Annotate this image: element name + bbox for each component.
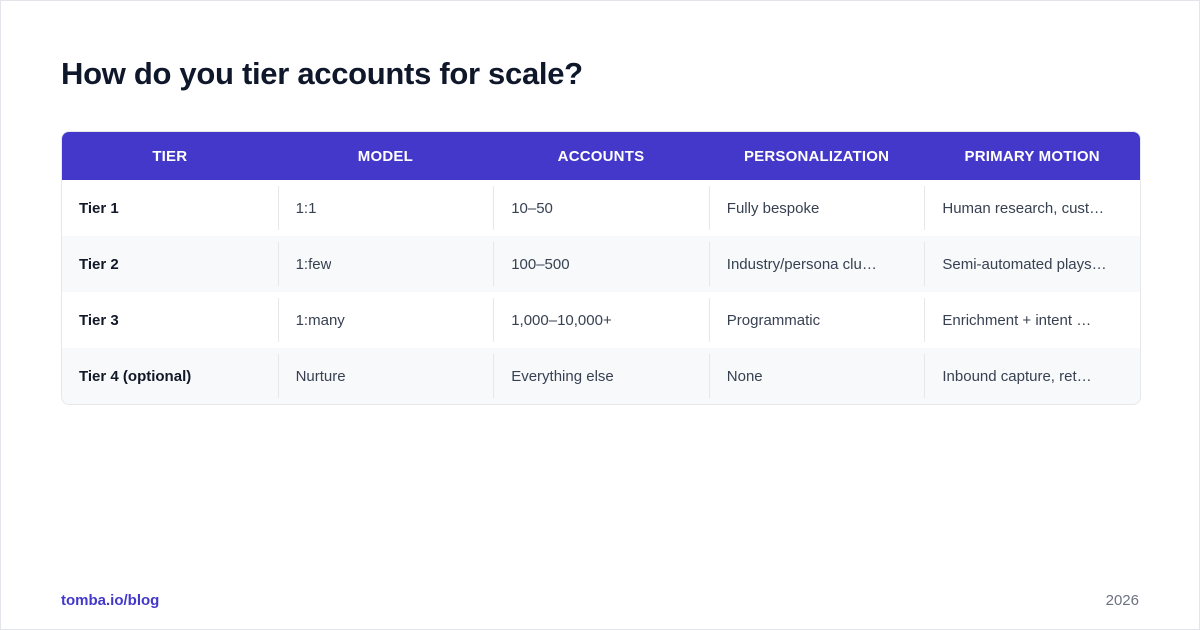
cell-accounts: 10–50 [493,186,709,230]
cell-text: 1,000–10,000+ [511,311,612,329]
cell-model: Nurture [277,354,494,398]
cell-accounts: 1,000–10,000+ [493,298,709,342]
table-row: Tier 3 1:many 1,000–10,000+ Programmatic… [62,292,1140,348]
cell-accounts: 100–500 [493,242,709,286]
cell-text: 1:few [295,255,332,273]
cell-model: 1:few [277,242,494,286]
cell-text: Tier 1 [79,199,119,217]
cell-text: 1:many [295,311,345,329]
year-label: 2026 [1105,592,1139,609]
table-row: Tier 2 1:few 100–500 Industry/persona cl… [62,236,1140,292]
cell-text: Enrichment + intent … [942,311,1092,329]
header-model: MODEL [357,147,413,165]
cell-text: Tier 3 [79,311,119,329]
cell-tier: Tier 3 [62,298,278,342]
cell-text: Nurture [295,367,346,385]
cell-personalization: Industry/persona clu… [708,242,925,286]
cell-personalization: Fully bespoke [708,186,925,230]
cell-accounts: Everything else [493,354,709,398]
cell-tier: Tier 1 [62,186,278,230]
cell-text: 10–50 [511,199,553,217]
cell-personalization: Programmatic [708,298,925,342]
cell-personalization: None [708,354,925,398]
table-row: Tier 1 1:1 10–50 Fully bespoke Human res… [62,180,1140,236]
cell-text: None [726,367,763,385]
cell-primary-motion: Semi-automated plays… [924,242,1140,286]
cell-tier: Tier 4 (optional) [62,354,278,398]
cell-primary-motion: Human research, cust… [924,186,1140,230]
cell-model: 1:many [277,298,494,342]
cell-primary-motion: Inbound capture, ret… [924,354,1140,398]
cell-text: Programmatic [726,311,821,329]
cell-text: Fully bespoke [726,199,820,217]
tier-table: TIER MODEL ACCOUNTS PERSONALIZATION PRIM… [61,131,1141,405]
cell-text: Tier 4 (optional) [79,367,192,385]
header-primary-motion: PRIMARY MOTION [964,147,1100,165]
table-row: Tier 4 (optional) Nurture Everything els… [62,348,1140,404]
cell-model: 1:1 [277,186,494,230]
cell-text: Tier 2 [79,255,119,273]
cell-text: Inbound capture, ret… [942,367,1092,385]
cell-text: Everything else [511,367,614,385]
cell-text: 1:1 [295,199,317,217]
header-personalization: PERSONALIZATION [743,147,890,165]
page-title: How do you tier accounts for scale? [61,56,583,91]
header-tier: TIER [152,147,188,165]
blog-link[interactable]: tomba.io/blog [61,592,159,609]
cell-text: Semi-automated plays… [942,255,1107,273]
page: How do you tier accounts for scale? TIER… [0,0,1200,630]
cell-tier: Tier 2 [62,242,278,286]
header-accounts: ACCOUNTS [557,147,645,165]
cell-text: Industry/persona clu… [726,255,877,273]
cell-text: Human research, cust… [942,199,1105,217]
cell-primary-motion: Enrichment + intent … [924,298,1140,342]
table-header: TIER MODEL ACCOUNTS PERSONALIZATION PRIM… [62,132,1140,180]
cell-text: 100–500 [511,255,570,273]
